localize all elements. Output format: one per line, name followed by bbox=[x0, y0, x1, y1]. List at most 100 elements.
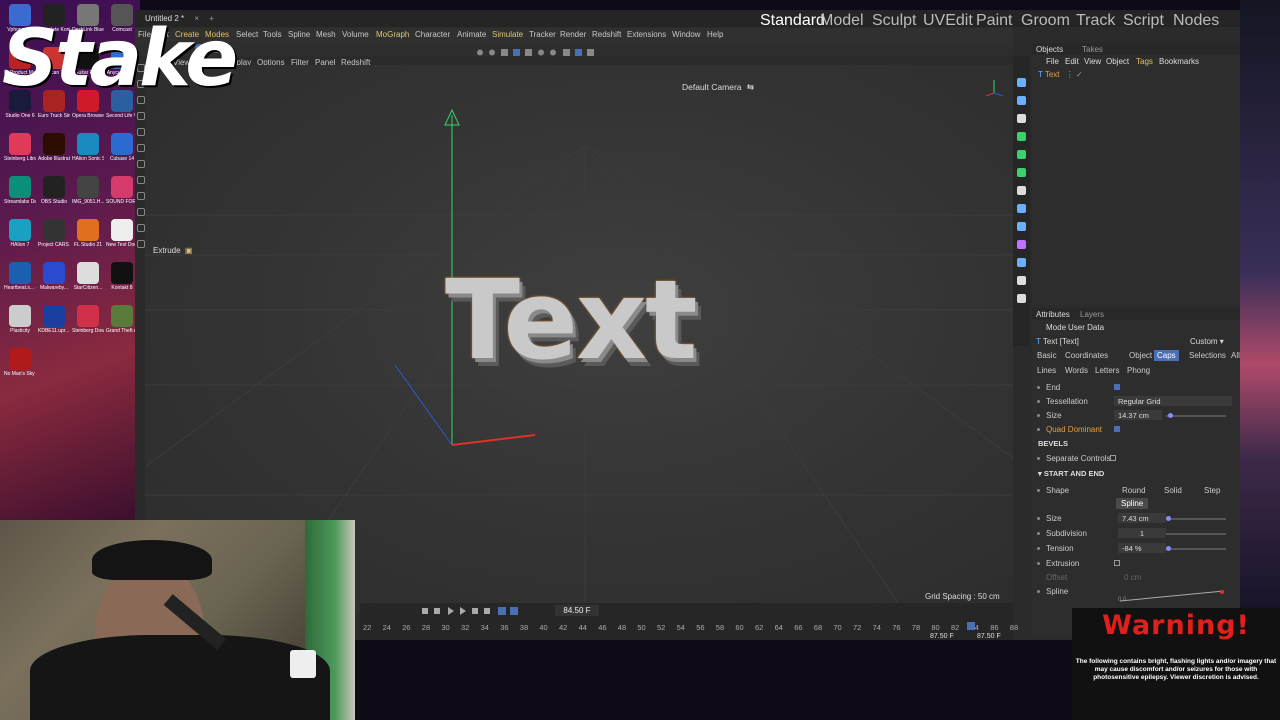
tension-slider[interactable] bbox=[1166, 546, 1226, 551]
desktop-shortcut[interactable]: OBS Studio bbox=[38, 176, 70, 205]
tool-icon[interactable] bbox=[137, 192, 145, 200]
extruded-text-object[interactable]: Text bbox=[445, 265, 698, 375]
objects-menu-item[interactable]: Object bbox=[1106, 57, 1129, 66]
attribute-subtab[interactable]: Caps bbox=[1154, 350, 1179, 361]
attributes-tab[interactable]: Attributes bbox=[1036, 310, 1070, 319]
desktop-shortcut[interactable]: HAlion 7 bbox=[4, 219, 36, 248]
desktop-shortcut[interactable]: HAlion Sonic SE bbox=[72, 133, 104, 162]
desktop-shortcut[interactable]: Adobe Illustrat... bbox=[38, 133, 70, 162]
playhead[interactable] bbox=[967, 622, 975, 630]
menu-item[interactable]: Window bbox=[672, 30, 700, 39]
tool-icon[interactable] bbox=[137, 224, 145, 232]
attribute-subtab[interactable]: Object bbox=[1126, 350, 1155, 361]
attribute-subtab[interactable]: Basic bbox=[1034, 350, 1060, 361]
object-list-item[interactable]: T Text ⋮ ✓ bbox=[1038, 70, 1083, 79]
visibility-icon[interactable]: ⋮ ✓ bbox=[1066, 70, 1083, 79]
bevel-size-field[interactable]: 7.43 cm bbox=[1118, 513, 1166, 523]
menu-item[interactable]: Help bbox=[707, 30, 723, 39]
attributes-mode-item[interactable]: User Data bbox=[1068, 323, 1104, 332]
desktop-shortcut[interactable]: Steinberg Library... bbox=[4, 133, 36, 162]
object-tool-icon[interactable] bbox=[1017, 96, 1026, 105]
tool-icon[interactable] bbox=[137, 144, 145, 152]
shape-solid[interactable]: Solid bbox=[1164, 486, 1182, 495]
shape-round[interactable]: Round bbox=[1122, 486, 1146, 495]
objects-tab[interactable]: Objects bbox=[1036, 45, 1063, 54]
extrusion-checkbox[interactable] bbox=[1114, 560, 1120, 566]
desktop-shortcut[interactable]: Project CARS 2 bbox=[38, 219, 70, 248]
end-checkbox[interactable] bbox=[1114, 384, 1120, 390]
attributes-mode-item[interactable]: Mode bbox=[1046, 323, 1066, 332]
attribute-subtab[interactable]: Selections bbox=[1186, 350, 1229, 361]
subdivision-slider[interactable] bbox=[1166, 533, 1226, 535]
desktop-shortcut[interactable]: KDBE11.upr... - Shortcut bbox=[38, 305, 70, 334]
bevel-size-slider[interactable] bbox=[1166, 516, 1226, 521]
start-end-section[interactable]: ▾ START AND END bbox=[1038, 469, 1104, 478]
objects-tab[interactable]: Takes bbox=[1082, 45, 1103, 54]
menu-item[interactable]: Render bbox=[560, 30, 586, 39]
layout-tab[interactable]: Groom bbox=[1021, 12, 1070, 30]
object-tool-icon[interactable] bbox=[1017, 204, 1026, 213]
end-frame-b[interactable]: 87.50 F bbox=[977, 633, 1001, 640]
desktop-shortcut[interactable]: SOUND FORGE Audi... bbox=[106, 176, 138, 205]
menu-item[interactable]: Simulate bbox=[492, 30, 523, 39]
separate-checkbox[interactable] bbox=[1110, 455, 1116, 461]
attribute-subtab[interactable]: Lines bbox=[1034, 365, 1059, 376]
menu-item[interactable]: MoGraph bbox=[376, 30, 409, 39]
object-tool-icon[interactable] bbox=[1017, 132, 1026, 141]
layout-tab[interactable]: Nodes bbox=[1173, 12, 1219, 30]
desktop-shortcut[interactable]: Heartbeat.s... - Shortcut bbox=[4, 262, 36, 291]
attributes-tab[interactable]: Layers bbox=[1080, 310, 1104, 319]
desktop-shortcut[interactable]: IMG_9051.H... bbox=[72, 176, 104, 205]
size-field[interactable]: 14.37 cm bbox=[1114, 410, 1162, 420]
layout-tab[interactable]: Track bbox=[1076, 12, 1115, 30]
desktop-shortcut[interactable]: FL Studio 21 bbox=[72, 219, 104, 248]
quad-checkbox[interactable] bbox=[1114, 426, 1120, 432]
object-tool-icon[interactable] bbox=[1017, 168, 1026, 177]
menu-item[interactable]: Animate bbox=[457, 30, 486, 39]
tool-icon[interactable] bbox=[137, 240, 145, 248]
desktop-shortcut[interactable]: New Text Document.txt bbox=[106, 219, 138, 248]
subdivision-field[interactable]: 1 bbox=[1118, 528, 1166, 538]
attribute-subtab[interactable]: Letters bbox=[1092, 365, 1122, 376]
desktop-shortcut[interactable]: Plasticity bbox=[4, 305, 36, 334]
menu-item[interactable]: Character bbox=[415, 30, 450, 39]
timeline-ruler[interactable]: 22 24 26 28 30 32 34 36 38 40 42 44 46 48 50 52 54 56 58 60… bbox=[360, 603, 1018, 640]
object-tool-icon[interactable] bbox=[1017, 114, 1026, 123]
tool-icon[interactable] bbox=[137, 112, 145, 120]
camera-label[interactable]: Default Camera ⇆ bbox=[682, 82, 754, 93]
tool-icon[interactable] bbox=[137, 176, 145, 184]
attribute-subtab[interactable]: Words bbox=[1062, 365, 1091, 376]
object-tool-icon[interactable] bbox=[1017, 150, 1026, 159]
menu-item[interactable]: Mesh bbox=[316, 30, 336, 39]
preset-select[interactable]: Custom ▾ bbox=[1190, 337, 1224, 346]
object-tool-icon[interactable] bbox=[1017, 240, 1026, 249]
menu-item[interactable]: Spline bbox=[288, 30, 310, 39]
tension-field[interactable]: -84 % bbox=[1118, 543, 1166, 553]
layout-tab[interactable]: Script bbox=[1123, 12, 1164, 30]
object-tool-icon[interactable] bbox=[1017, 294, 1026, 303]
end-frame-a[interactable]: 87.50 F bbox=[930, 633, 954, 640]
menu-item[interactable]: Extensions bbox=[627, 30, 666, 39]
tessellation-select[interactable]: Regular Grid bbox=[1114, 396, 1232, 406]
desktop-shortcut[interactable]: Cubase 14 bbox=[106, 133, 138, 162]
attribute-subtab[interactable]: Coordinates bbox=[1062, 350, 1111, 361]
objects-menu-item[interactable]: View bbox=[1084, 57, 1101, 66]
menu-item[interactable]: Tools bbox=[263, 30, 282, 39]
desktop-shortcut[interactable]: StarCitizen... bbox=[72, 262, 104, 291]
desktop-shortcut[interactable]: No Man's Sky Beta bbox=[4, 348, 36, 377]
object-tool-icon[interactable] bbox=[1017, 258, 1026, 267]
desktop-shortcut[interactable]: Kontakt 8 bbox=[106, 262, 138, 291]
menu-item[interactable]: Redshift bbox=[592, 30, 621, 39]
objects-menu-item[interactable]: File bbox=[1046, 57, 1059, 66]
tool-icon[interactable] bbox=[137, 208, 145, 216]
desktop-shortcut[interactable]: Malwareby... bbox=[38, 262, 70, 291]
menu-item[interactable]: Volume bbox=[342, 30, 369, 39]
object-tool-icon[interactable] bbox=[1017, 186, 1026, 195]
object-tool-icon[interactable] bbox=[1017, 276, 1026, 285]
size-slider[interactable] bbox=[1166, 413, 1226, 418]
attribute-subtab[interactable]: Phong bbox=[1124, 365, 1153, 376]
spline-curve-graph[interactable] bbox=[1118, 589, 1228, 603]
menu-item[interactable]: Select bbox=[236, 30, 258, 39]
tool-icon[interactable] bbox=[137, 160, 145, 168]
objects-menu-item[interactable]: Tags bbox=[1136, 57, 1153, 66]
